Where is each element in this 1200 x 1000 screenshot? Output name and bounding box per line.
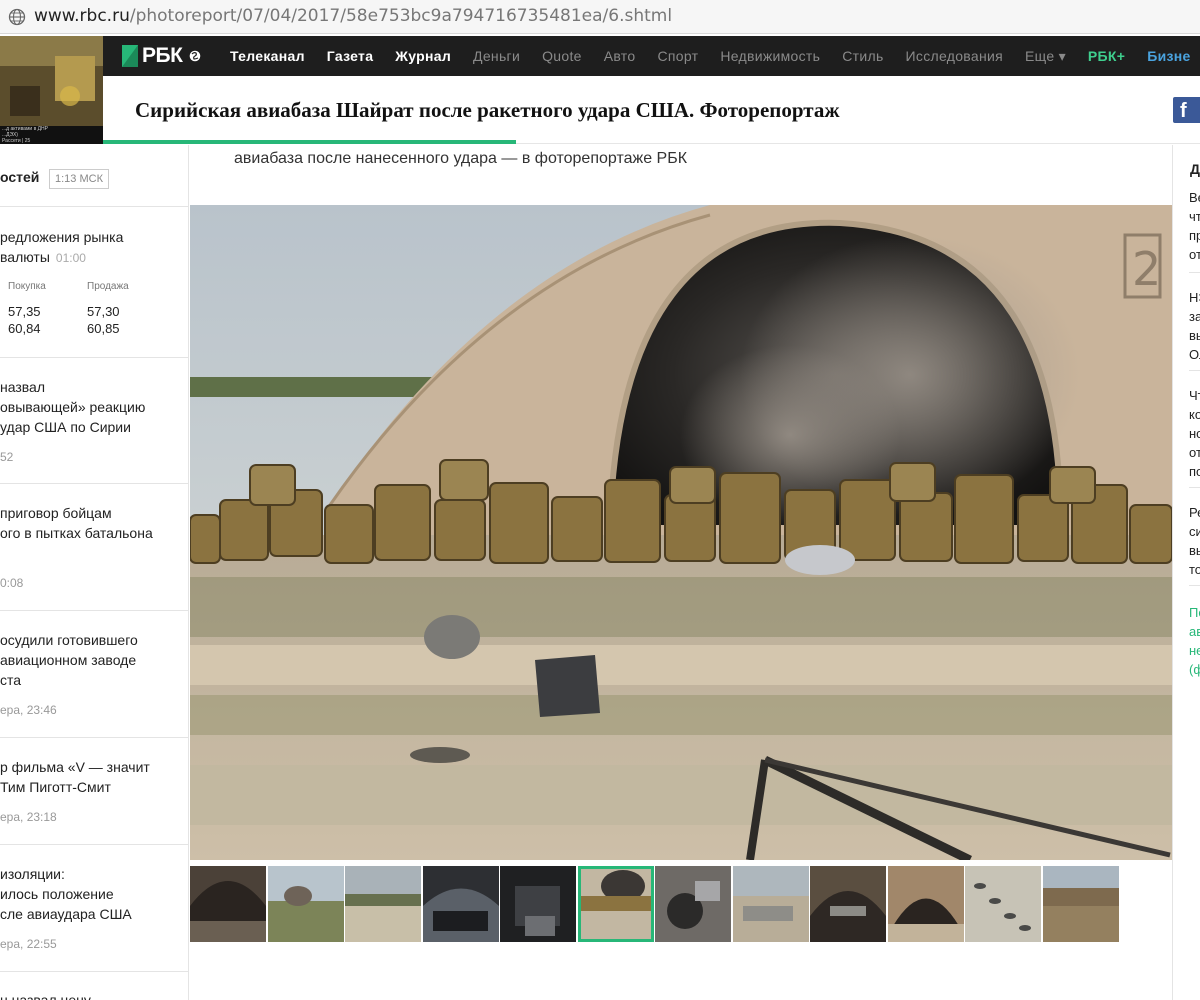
url-path: /photoreport/07/04/2017/58e753bc9a794716… [129,6,673,26]
nav-item[interactable]: Бизне [1147,48,1190,64]
divider [0,971,188,972]
gallery-thumbnail[interactable] [810,866,886,942]
related-item[interactable]: Ве чт пр от [1189,188,1200,264]
promo-video-thumbnail[interactable]: ...д активами в ДНР ...ДЭХ) Рассети | 25 [0,36,103,144]
news-item[interactable]: н назвал цену [0,990,175,1000]
fx-block-title[interactable]: редложения рынка валюты 01:00 [0,227,175,268]
news-time: 52 [0,450,14,464]
gallery-thumbnail[interactable] [267,866,344,942]
divider [0,483,188,484]
divider [0,206,188,207]
fx-sell-values: 57,30 60,85 [87,304,120,336]
fx-sell-label: Продажа [87,281,129,292]
rbc-logo[interactable]: РБК [122,44,201,68]
gallery-thumbnail[interactable] [190,866,266,942]
divider [1189,370,1200,371]
time-badge: 1:13 МСК [49,169,109,189]
related-item[interactable]: НЭ за вы Ол [1189,288,1200,364]
related-sidebar-title: Д [1190,161,1200,177]
gallery-thumbnail[interactable] [1042,866,1119,942]
gallery-thumbnail[interactable] [732,866,809,942]
fx-buy-values: 57,35 60,84 [8,304,41,336]
news-item[interactable]: осудили готовившего авиационном заводе с… [0,630,175,690]
fx-time: 01:00 [55,251,86,265]
promo-image [0,36,103,126]
globe-icon [8,8,26,26]
news-item[interactable]: приговор бойцам ого в пытках батальона [0,503,175,543]
svg-text:2: 2 [1132,242,1161,296]
globe-icon[interactable] [189,50,201,62]
browser-address-bar[interactable]: www.rbc.ru/photoreport/07/04/2017/58e753… [0,0,1200,34]
nav-item[interactable]: Телеканал [230,48,305,64]
article-title: Сирийская авиабаза Шайрат после ракетног… [135,98,840,122]
news-time: ера, 22:55 [0,937,57,951]
gallery-thumbnail[interactable] [655,866,731,942]
gallery-thumbnail[interactable] [887,866,964,942]
fx-buy-label: Покупка [8,281,46,292]
nav-item[interactable]: Деньги [473,48,520,64]
news-time: 0:08 [0,576,24,590]
news-time: ера, 23:46 [0,703,57,717]
facebook-share-button[interactable]: f [1173,97,1200,123]
divider [1189,585,1200,586]
url-domain: www.rbc.ru [34,6,130,26]
nav-item[interactable]: РБК+ [1088,48,1125,64]
main-nav: Телеканал Газета Журнал Деньги Quote Авто Спор… [230,36,1191,76]
nav-item[interactable]: Стиль [842,48,883,64]
nav-item[interactable]: Журнал [395,48,451,64]
divider [0,844,188,845]
gallery-main-photo[interactable]: 2 [190,205,1172,860]
gallery-thumbnail-active[interactable] [577,866,654,942]
gallery-thumbnail[interactable] [422,866,499,942]
news-feed-sidebar: остей 1:13 МСК редложения рынка валюты 01… [0,145,189,1000]
nav-item[interactable]: Исследования [906,48,1003,64]
nav-item[interactable]: Еще ▾ [1025,48,1066,65]
facebook-icon: f [1180,100,1187,122]
related-sidebar: Д Ве чт пр от НЭ за вы Ол Чт ко но от по… [1172,145,1200,1000]
divider [0,357,188,358]
reading-progress-bar [103,140,516,144]
related-item[interactable]: Чт ко но от по [1189,386,1200,481]
news-item[interactable]: изоляции: илось положение сле авиаудара … [0,864,175,924]
news-item[interactable]: назвал овывающей» реакцию удар США по Си… [0,377,175,437]
airbase-hangar-photo: 2 [190,205,1172,860]
nav-item[interactable]: Авто [604,48,636,64]
logo-mark-icon [122,45,138,67]
logo-text: РБК [142,44,183,67]
gallery-thumbnail[interactable] [965,866,1041,942]
nav-item[interactable]: Quote [542,48,582,64]
related-item-highlight[interactable]: По ав не (ф [1189,603,1200,679]
divider [0,610,188,611]
divider [1189,487,1200,488]
news-item[interactable]: р фильма «V — значит Тим Пиготт-Смит [0,757,175,797]
nav-item[interactable]: Спорт [657,48,698,64]
sticky-headline-bar: Сирийская авиабаза Шайрат после ракетног… [103,76,1200,144]
news-feed-title: остей [0,169,40,185]
url-text[interactable]: www.rbc.ru/photoreport/07/04/2017/58e753… [34,6,672,26]
related-item[interactable]: Ре си вы то [1189,503,1200,579]
gallery-thumbnail-strip [190,866,1120,942]
divider [0,737,188,738]
nav-item[interactable]: Недвижимость [720,48,820,64]
promo-ticker: ...д активами в ДНР ...ДЭХ) Рассети | 25 [0,126,103,144]
divider [1189,272,1200,273]
news-time: ера, 23:18 [0,810,57,824]
gallery-thumbnail[interactable] [345,866,421,942]
gallery-thumbnail[interactable] [500,866,576,942]
nav-item[interactable]: Газета [327,48,374,64]
article-lead: авиабаза после нанесенного удара — в фот… [234,150,688,167]
